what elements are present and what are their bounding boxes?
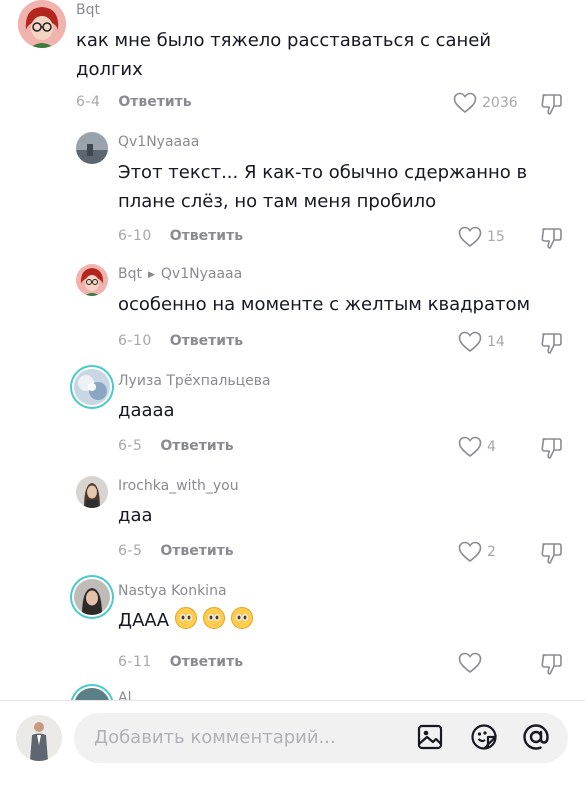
comment-date: 6-5 [118,438,143,454]
reply-button[interactable]: Ответить [160,438,233,454]
comment-text: даа [118,505,153,526]
at-icon [523,724,549,750]
comment-author[interactable]: Irochka_with_you [118,478,239,494]
thumbs-down-outline-icon [541,438,562,459]
comment-meta: 6-4 Ответить [76,94,192,110]
like-count: 15 [487,229,505,245]
comment-date: 6-10 [118,228,152,244]
reply-arrow-icon: ▶ [147,270,155,280]
comment-date: 6-11 [118,654,152,670]
pleading-face-emoji [203,607,226,629]
thumbs-down-outline-icon [541,543,562,564]
heart-outline-icon [458,436,482,458]
comment-meta: 6-5 Ответить [118,438,234,454]
comment-text: даааа [118,400,175,421]
dislike-button[interactable] [540,331,564,359]
thumbs-down-outline-icon [541,333,562,354]
avatar[interactable] [74,579,110,615]
reply-button[interactable]: Ответить [170,654,243,670]
heart-outline-icon [458,331,482,353]
thumbs-down-outline-icon [541,228,562,249]
comment-author[interactable]: Nastya Konkina [118,583,227,599]
like-button[interactable]: 4 [458,436,496,458]
emoji-sticker-icon [471,724,497,750]
heart-outline-icon [458,226,482,248]
like-button[interactable] [458,652,487,674]
comment-composer: Добавить комментарий... [0,700,585,801]
heart-outline-icon [458,541,482,563]
like-button[interactable]: 15 [458,226,505,248]
comment-author-name[interactable]: Bqt [118,266,142,282]
dislike-button[interactable] [540,541,564,569]
comment-text: как мне было тяжело расставаться с саней… [76,30,492,80]
thumbs-down-outline-icon [541,654,562,675]
avatar[interactable] [18,0,66,48]
dislike-button[interactable] [540,226,564,254]
comment-text: особенно на моменте с желтым квадратом [118,294,531,315]
comment-author: Bqt ▶ Qv1Nyaaaa [118,266,242,282]
like-button[interactable]: 2 [458,541,496,563]
like-count: 2 [487,544,496,560]
comment-date: 6-4 [76,94,101,110]
like-count: 2036 [482,95,518,111]
thumbs-down-outline-icon [541,94,562,115]
like-button[interactable]: 14 [458,331,505,353]
comment-meta: 6-11 Ответить [118,654,243,670]
mention-button[interactable] [522,723,550,755]
pleading-face-emoji [231,607,254,629]
dislike-button[interactable] [540,436,564,464]
reply-button[interactable]: Ответить [118,94,191,110]
user-avatar[interactable] [16,715,62,761]
reply-to-name[interactable]: Qv1Nyaaaa [161,266,242,282]
dislike-button[interactable] [540,652,564,680]
comment-date: 6-5 [118,543,143,559]
heart-outline-icon [458,652,482,674]
like-count: 4 [487,439,496,455]
reply-button[interactable]: Ответить [170,333,243,349]
comment-author[interactable]: Bqt [76,2,100,18]
pleading-face-emoji [175,607,198,629]
comment-meta: 6-10 Ответить [118,228,243,244]
avatar[interactable] [76,264,108,296]
comment-date: 6-10 [118,333,152,349]
comment-author[interactable]: Луиза Трёхпальцева [118,373,271,389]
like-button[interactable]: 2036 [453,92,518,114]
reply-button[interactable]: Ответить [160,543,233,559]
image-icon [417,724,443,750]
comment-input-placeholder: Добавить комментарий... [94,727,336,748]
comment-meta: 6-10 Ответить [118,333,243,349]
comment-meta: 6-5 Ответить [118,543,234,559]
comment-input[interactable]: Добавить комментарий... [74,713,568,763]
reply-button[interactable]: Ответить [170,228,243,244]
heart-outline-icon [453,92,477,114]
comment-author[interactable]: Qv1Nyaaaa [118,134,199,150]
comment-text: ДААА [118,606,558,635]
avatar[interactable] [76,132,108,164]
comment-text-content: ДААА [118,610,170,631]
comment-text: Этот текст... Я как-то обычно сдержанно … [118,162,528,212]
avatar[interactable] [76,476,108,508]
dislike-button[interactable] [540,92,564,120]
like-count: 14 [487,334,505,350]
image-button[interactable] [416,723,444,755]
sticker-button[interactable] [470,723,498,755]
avatar[interactable] [74,369,110,405]
